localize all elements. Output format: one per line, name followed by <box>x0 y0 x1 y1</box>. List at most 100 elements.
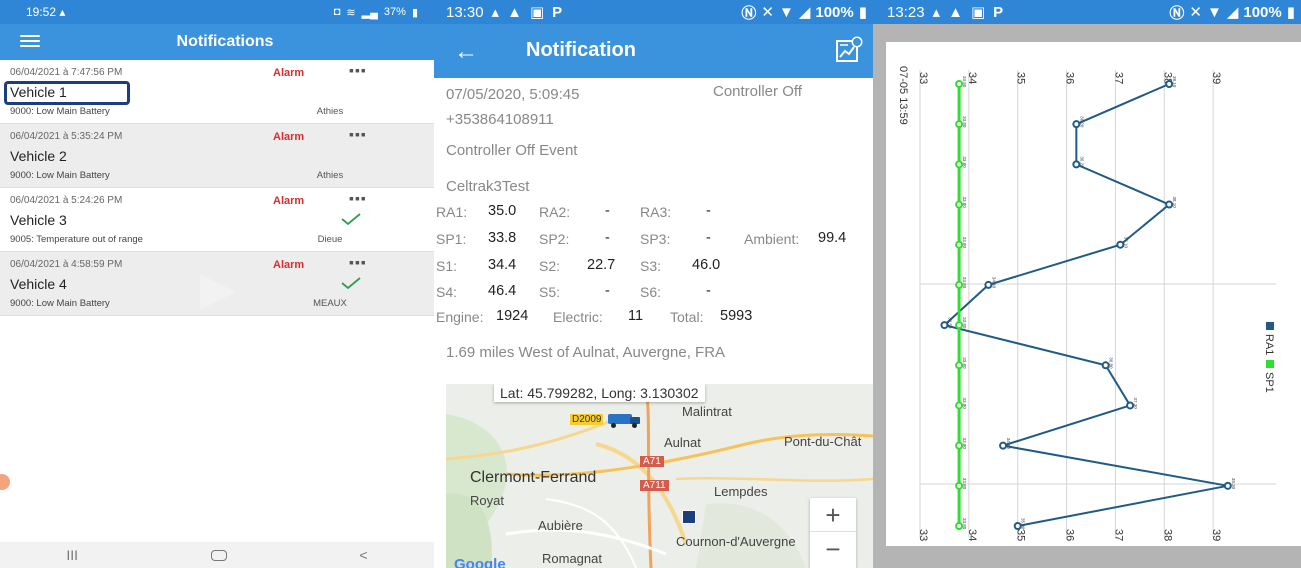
notification-row[interactable]: 06/04/2021 à 5:24:26 PM Alarm ▪▪▪ Vehicle 3… <box>0 188 434 252</box>
image-icon: ▣ <box>529 4 545 21</box>
zoom-out-button[interactable]: − <box>810 532 856 566</box>
location-text: 1.69 miles West of Aulnat, Auvergne, FRA <box>446 344 726 361</box>
row-date: 06/04/2021 à 7:47:56 PM <box>10 67 123 78</box>
back-arrow-icon[interactable]: ← <box>454 38 478 66</box>
chart-panel: 33 33 34 34 35 35 36 36 37 37 38 38 39 39 07-05 13:59 3… <box>886 42 1301 546</box>
road-label-a71: A71 <box>640 456 664 467</box>
notifications-list-screen: 19:52 ▴ ◘ ≋ ▂▄ 37% ▮ Notifications 06/04… <box>0 0 434 568</box>
status-time: 13:30 <box>446 3 484 21</box>
data-point-ra1 <box>984 280 993 289</box>
place-aulnat: Aulnat <box>664 435 701 450</box>
wifi-icon: ▼ <box>1206 3 1222 21</box>
data-point-ra1 <box>1165 80 1174 88</box>
back-button[interactable]: < <box>359 547 367 563</box>
sp1-label: SP1: <box>436 231 467 247</box>
truck-icon[interactable] <box>608 412 644 428</box>
ra3-label: RA3: <box>640 204 672 220</box>
tick-label-bottom: 34 <box>966 529 978 541</box>
data-point-ra1 <box>999 441 1008 450</box>
menu-icon[interactable] <box>20 35 40 47</box>
wifi-icon: ≋ <box>346 6 356 19</box>
tick-label-top: 39 <box>1210 72 1222 84</box>
mute-icon: ✕ <box>1189 4 1202 21</box>
alarm-icon: ◘ <box>333 6 341 18</box>
s6-label: S6: <box>640 284 662 300</box>
warning-icon: ▲ <box>507 3 522 21</box>
zoom-in-button[interactable]: + <box>810 498 856 532</box>
data-point-sp1 <box>955 441 964 450</box>
location-name: MEAUX <box>313 298 347 309</box>
chart-24h-icon[interactable] <box>835 36 863 64</box>
floating-dot[interactable] <box>0 474 10 490</box>
data-label: 33.80 <box>962 357 967 369</box>
vehicle-name: Vehicle 4 <box>10 276 67 292</box>
data-label: 36.20 <box>1079 116 1084 128</box>
battery-level: 100% <box>1243 3 1282 21</box>
check-icon <box>341 277 361 290</box>
s4-label: S4: <box>436 284 458 300</box>
battery-icon: ▮ <box>1286 4 1295 21</box>
data-point-sp1 <box>955 200 964 209</box>
data-point-sp1 <box>955 522 964 530</box>
place-lempdes: Lempdes <box>714 484 768 499</box>
data-label: 33.80 <box>962 156 967 168</box>
chart-screen: 13:23 ▴ ▲ ▣ P Ⓝ ✕ ▼ ◢ 100% ▮ 33 33 34 34 35 3… <box>873 0 1301 568</box>
recent-apps-button[interactable]: III <box>66 547 78 563</box>
more-options-icon[interactable]: ▪▪▪ <box>349 126 367 142</box>
s2-label: S2: <box>539 258 561 274</box>
tick-label-top: 36 <box>1064 72 1076 84</box>
data-label: 34.70 <box>1006 438 1011 450</box>
event-name: Controller Off Event <box>446 142 578 159</box>
rotated-line-chart: 333334343535363637373838393907-05 13:59 3… <box>897 66 1276 541</box>
map-view[interactable]: Lat: 45.799282, Long: 3.130302 D2009 Mal… <box>446 384 873 568</box>
legend-label-ra1: RA1 <box>1263 334 1275 355</box>
notification-row[interactable]: 06/04/2021 à 5:35:24 PM Alarm ▪▪▪ Vehicle 2… <box>0 124 434 188</box>
tick-label-top: 35 <box>1015 72 1027 84</box>
data-label: 34.40 <box>991 277 996 289</box>
page-title: Notifications <box>176 33 274 50</box>
unit-name: Celtrak3Test <box>446 178 530 195</box>
home-button[interactable] <box>210 549 227 561</box>
data-point-ra1 <box>1013 522 1022 530</box>
data-label: 33.80 <box>962 197 967 209</box>
legend-label-sp1: SP1 <box>1263 372 1275 393</box>
battery-icon: ▮ <box>858 4 867 21</box>
alarm-badge: Alarm <box>273 131 305 143</box>
s1-label: S1: <box>436 258 458 274</box>
system-nav-bar: III < <box>0 542 434 568</box>
more-options-icon[interactable]: ▪▪▪ <box>349 62 367 78</box>
data-point-ra1 <box>1223 481 1232 490</box>
more-options-icon[interactable]: ▪▪▪ <box>349 254 367 270</box>
notification-icon: ▴ <box>59 5 66 19</box>
sp1-value: 33.8 <box>488 230 517 246</box>
row-date: 06/04/2021 à 5:35:24 PM <box>10 131 123 142</box>
status-bar: 13:30 ▴ ▲ ▣ P Ⓝ ✕ ▼ ◢ 100% ▮ <box>434 0 873 24</box>
place-clermont-ferrand: Clermont-Ferrand <box>470 469 597 486</box>
data-point-sp1 <box>955 401 964 410</box>
tick-label-bottom: 33 <box>917 529 929 541</box>
data-point-sp1 <box>955 280 964 289</box>
page-title: Notification <box>526 39 636 61</box>
ra3-value: - <box>706 203 711 219</box>
status-time: 19:52 <box>26 5 57 19</box>
more-options-icon[interactable]: ▪▪▪ <box>349 190 367 206</box>
battery-level: 100% <box>815 3 854 21</box>
event-datetime: 07/05/2020, 5:09:45 <box>446 86 580 103</box>
parking-icon: P <box>552 3 563 21</box>
mute-icon: ✕ <box>761 4 774 21</box>
data-point-ra1 <box>1072 120 1081 129</box>
s1-value: 34.4 <box>488 257 517 273</box>
event-short: Controller Off <box>713 83 802 100</box>
x-axis-start-label: 07-05 13:59 <box>897 66 909 125</box>
tick-label-bottom: 37 <box>1112 529 1124 541</box>
data-point-ra1 <box>1165 200 1174 209</box>
row-date: 06/04/2021 à 5:24:26 PM <box>10 195 123 206</box>
location-name: Athies <box>316 106 344 117</box>
check-icon <box>341 213 361 226</box>
data-label: 33.80 <box>962 116 967 128</box>
total-label: Total: <box>670 309 704 325</box>
data-label: 35.00 <box>1021 518 1026 530</box>
google-logo: Google <box>454 556 506 568</box>
place-cournon: Cournon-d'Auvergne <box>676 534 796 549</box>
data-point-sp1 <box>955 240 964 249</box>
